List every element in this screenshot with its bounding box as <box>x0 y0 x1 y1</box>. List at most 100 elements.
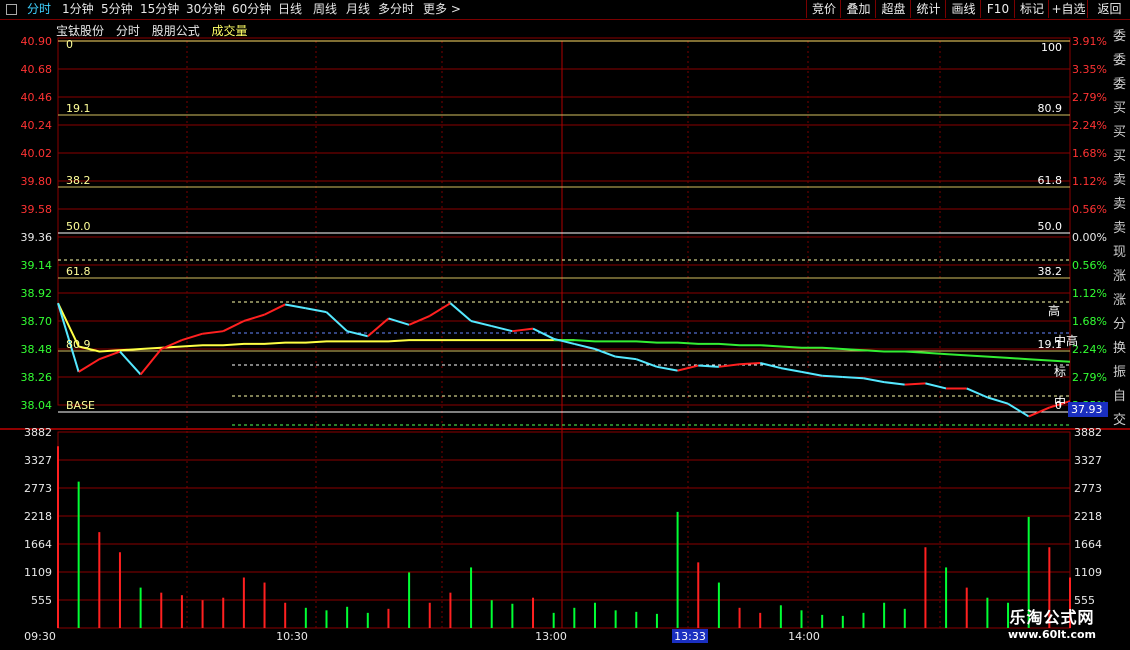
side-panel-char: 振 <box>1113 365 1126 380</box>
price-line-segment <box>408 314 431 326</box>
price-line-segment <box>718 363 740 368</box>
price-line-segment <box>780 367 802 373</box>
toolbar-button-2[interactable]: 超盘 <box>875 0 911 18</box>
price-tick-label: 40.46 <box>21 91 53 104</box>
tab-6[interactable]: 日线 <box>278 1 302 18</box>
pct-tick-label: 1.68% <box>1072 315 1107 328</box>
tab-5[interactable]: 60分钟 <box>232 1 271 18</box>
tab-7[interactable]: 周线 <box>313 1 337 18</box>
price-line-segment <box>57 302 80 373</box>
price-line-segment <box>512 327 534 333</box>
time-tick-label: 09:30 <box>24 630 56 643</box>
volume-tick-label-right: 3327 <box>1074 454 1102 467</box>
time-tick-label: 14:00 <box>788 630 820 643</box>
pct-tick-label: 0.56% <box>1072 259 1107 272</box>
current-price-tag <box>1068 402 1108 417</box>
toolbar-button-3[interactable]: 统计 <box>910 0 946 18</box>
price-line-segment <box>264 303 286 316</box>
volume-tick-label-right: 1664 <box>1074 538 1102 551</box>
price-line-segment <box>139 348 163 376</box>
toolbar-button-4[interactable]: 画线 <box>945 0 981 18</box>
chart-header: 宝钛股份 分时 股朋公式 成交量 <box>56 22 248 39</box>
price-tick-label: 40.90 <box>21 35 53 48</box>
price-line-segment <box>449 302 472 322</box>
fib-right-label: 19.1 <box>1038 338 1063 351</box>
toolbar-button-0[interactable]: 竞价 <box>806 0 841 18</box>
price-line-segment <box>243 313 265 322</box>
time-tick-label: 10:30 <box>276 630 308 643</box>
watermark-url: www.60lt.com <box>1007 628 1097 641</box>
window-menu-icon[interactable] <box>6 4 17 15</box>
price-line-segment <box>884 381 905 386</box>
side-panel-char: 现 <box>1113 245 1126 260</box>
tab-2[interactable]: 5分钟 <box>101 1 133 18</box>
price-line-segment <box>863 377 885 384</box>
fib-right-label: 100 <box>1041 41 1062 54</box>
fib-left-label: 50.0 <box>66 220 91 233</box>
tab-3[interactable]: 15分钟 <box>140 1 179 18</box>
volume-pane-frame <box>57 431 1071 629</box>
tab-8[interactable]: 月线 <box>346 1 370 18</box>
price-line-segment <box>801 370 823 377</box>
price-line-segment <box>904 382 926 386</box>
price-tick-label: 39.80 <box>21 175 53 188</box>
pct-tick-label: 2.79% <box>1072 91 1107 104</box>
price-line-segment <box>615 355 637 361</box>
side-panel-char: 交 <box>1113 412 1126 428</box>
fib-left-label: 80.9 <box>66 338 91 351</box>
volume-tick-label: 3327 <box>24 454 52 467</box>
pct-tick-label: 1.12% <box>1072 287 1107 300</box>
side-panel-char: 卖 <box>1113 221 1126 236</box>
side-panel-char: 涨 <box>1113 269 1126 284</box>
toolbar-button-8[interactable]: 返回 <box>1087 0 1130 18</box>
side-panel-char: 委 <box>1113 77 1126 92</box>
price-line-segment <box>285 303 307 310</box>
volume-tick-label-right: 1109 <box>1074 566 1102 579</box>
price-line-segment <box>656 365 678 372</box>
side-panel-char: 买 <box>1113 125 1126 140</box>
indicator-name: 成交量 <box>211 24 248 38</box>
toolbar-button-7[interactable]: +自选 <box>1048 0 1088 18</box>
price-line-segment <box>325 311 348 332</box>
fib-right-label: 38.2 <box>1038 265 1063 278</box>
price-line-segment <box>532 327 555 340</box>
tab-0[interactable]: 分时 <box>27 1 51 18</box>
marker-mid: 中 <box>1054 394 1066 409</box>
fib-right-label: 61.8 <box>1038 174 1063 187</box>
fib-left-label: BASE <box>66 399 95 412</box>
watermark: 乐淘公式网 www.60lt.com <box>992 604 1112 646</box>
price-line-segment <box>160 339 183 350</box>
price-pane-frame <box>57 37 1071 406</box>
fib-left-label: 19.1 <box>66 102 91 115</box>
tab-9[interactable]: 多分时 <box>378 1 414 18</box>
price-line-segment <box>822 374 843 378</box>
price-line-segment <box>491 325 513 333</box>
pct-tick-label: 1.12% <box>1072 175 1107 188</box>
volume-tick-label: 3882 <box>24 426 52 439</box>
tab-10[interactable]: 更多 > <box>423 1 461 18</box>
pct-tick-label: 3.35% <box>1072 63 1107 76</box>
price-line-segment <box>1007 402 1030 418</box>
price-tick-label: 38.70 <box>21 315 53 328</box>
volume-tick-label: 1664 <box>24 538 52 551</box>
toolbar-button-6[interactable]: 标记 <box>1014 0 1049 18</box>
avg-price-line-am <box>57 302 575 353</box>
marker-mid-high: 中高 <box>1054 333 1078 348</box>
toolbar-button-5[interactable]: F10 <box>980 0 1015 18</box>
price-line-segment <box>346 330 369 338</box>
side-panel-char: 买 <box>1113 149 1126 164</box>
price-tick-label: 40.02 <box>21 147 53 160</box>
fib-right-label: 80.9 <box>1038 102 1063 115</box>
tab-4[interactable]: 30分钟 <box>186 1 225 18</box>
price-line-segment <box>759 362 782 370</box>
toolbar-button-1[interactable]: 叠加 <box>840 0 876 18</box>
price-tick-label: 38.92 <box>21 287 53 300</box>
price-line-segment <box>388 317 410 326</box>
tab-1[interactable]: 1分钟 <box>62 1 94 18</box>
price-line-segment <box>367 317 390 338</box>
formula-name: 股朋公式 <box>151 24 200 38</box>
fib-left-label: 0 <box>66 38 73 51</box>
price-tick-label: 40.24 <box>21 119 53 132</box>
intraday-chart[interactable]: 40.90 3.91% 40.68 3.35% 40.46 2.79% 40.24 2.24%… <box>0 0 1130 650</box>
price-line-segment <box>594 348 616 358</box>
